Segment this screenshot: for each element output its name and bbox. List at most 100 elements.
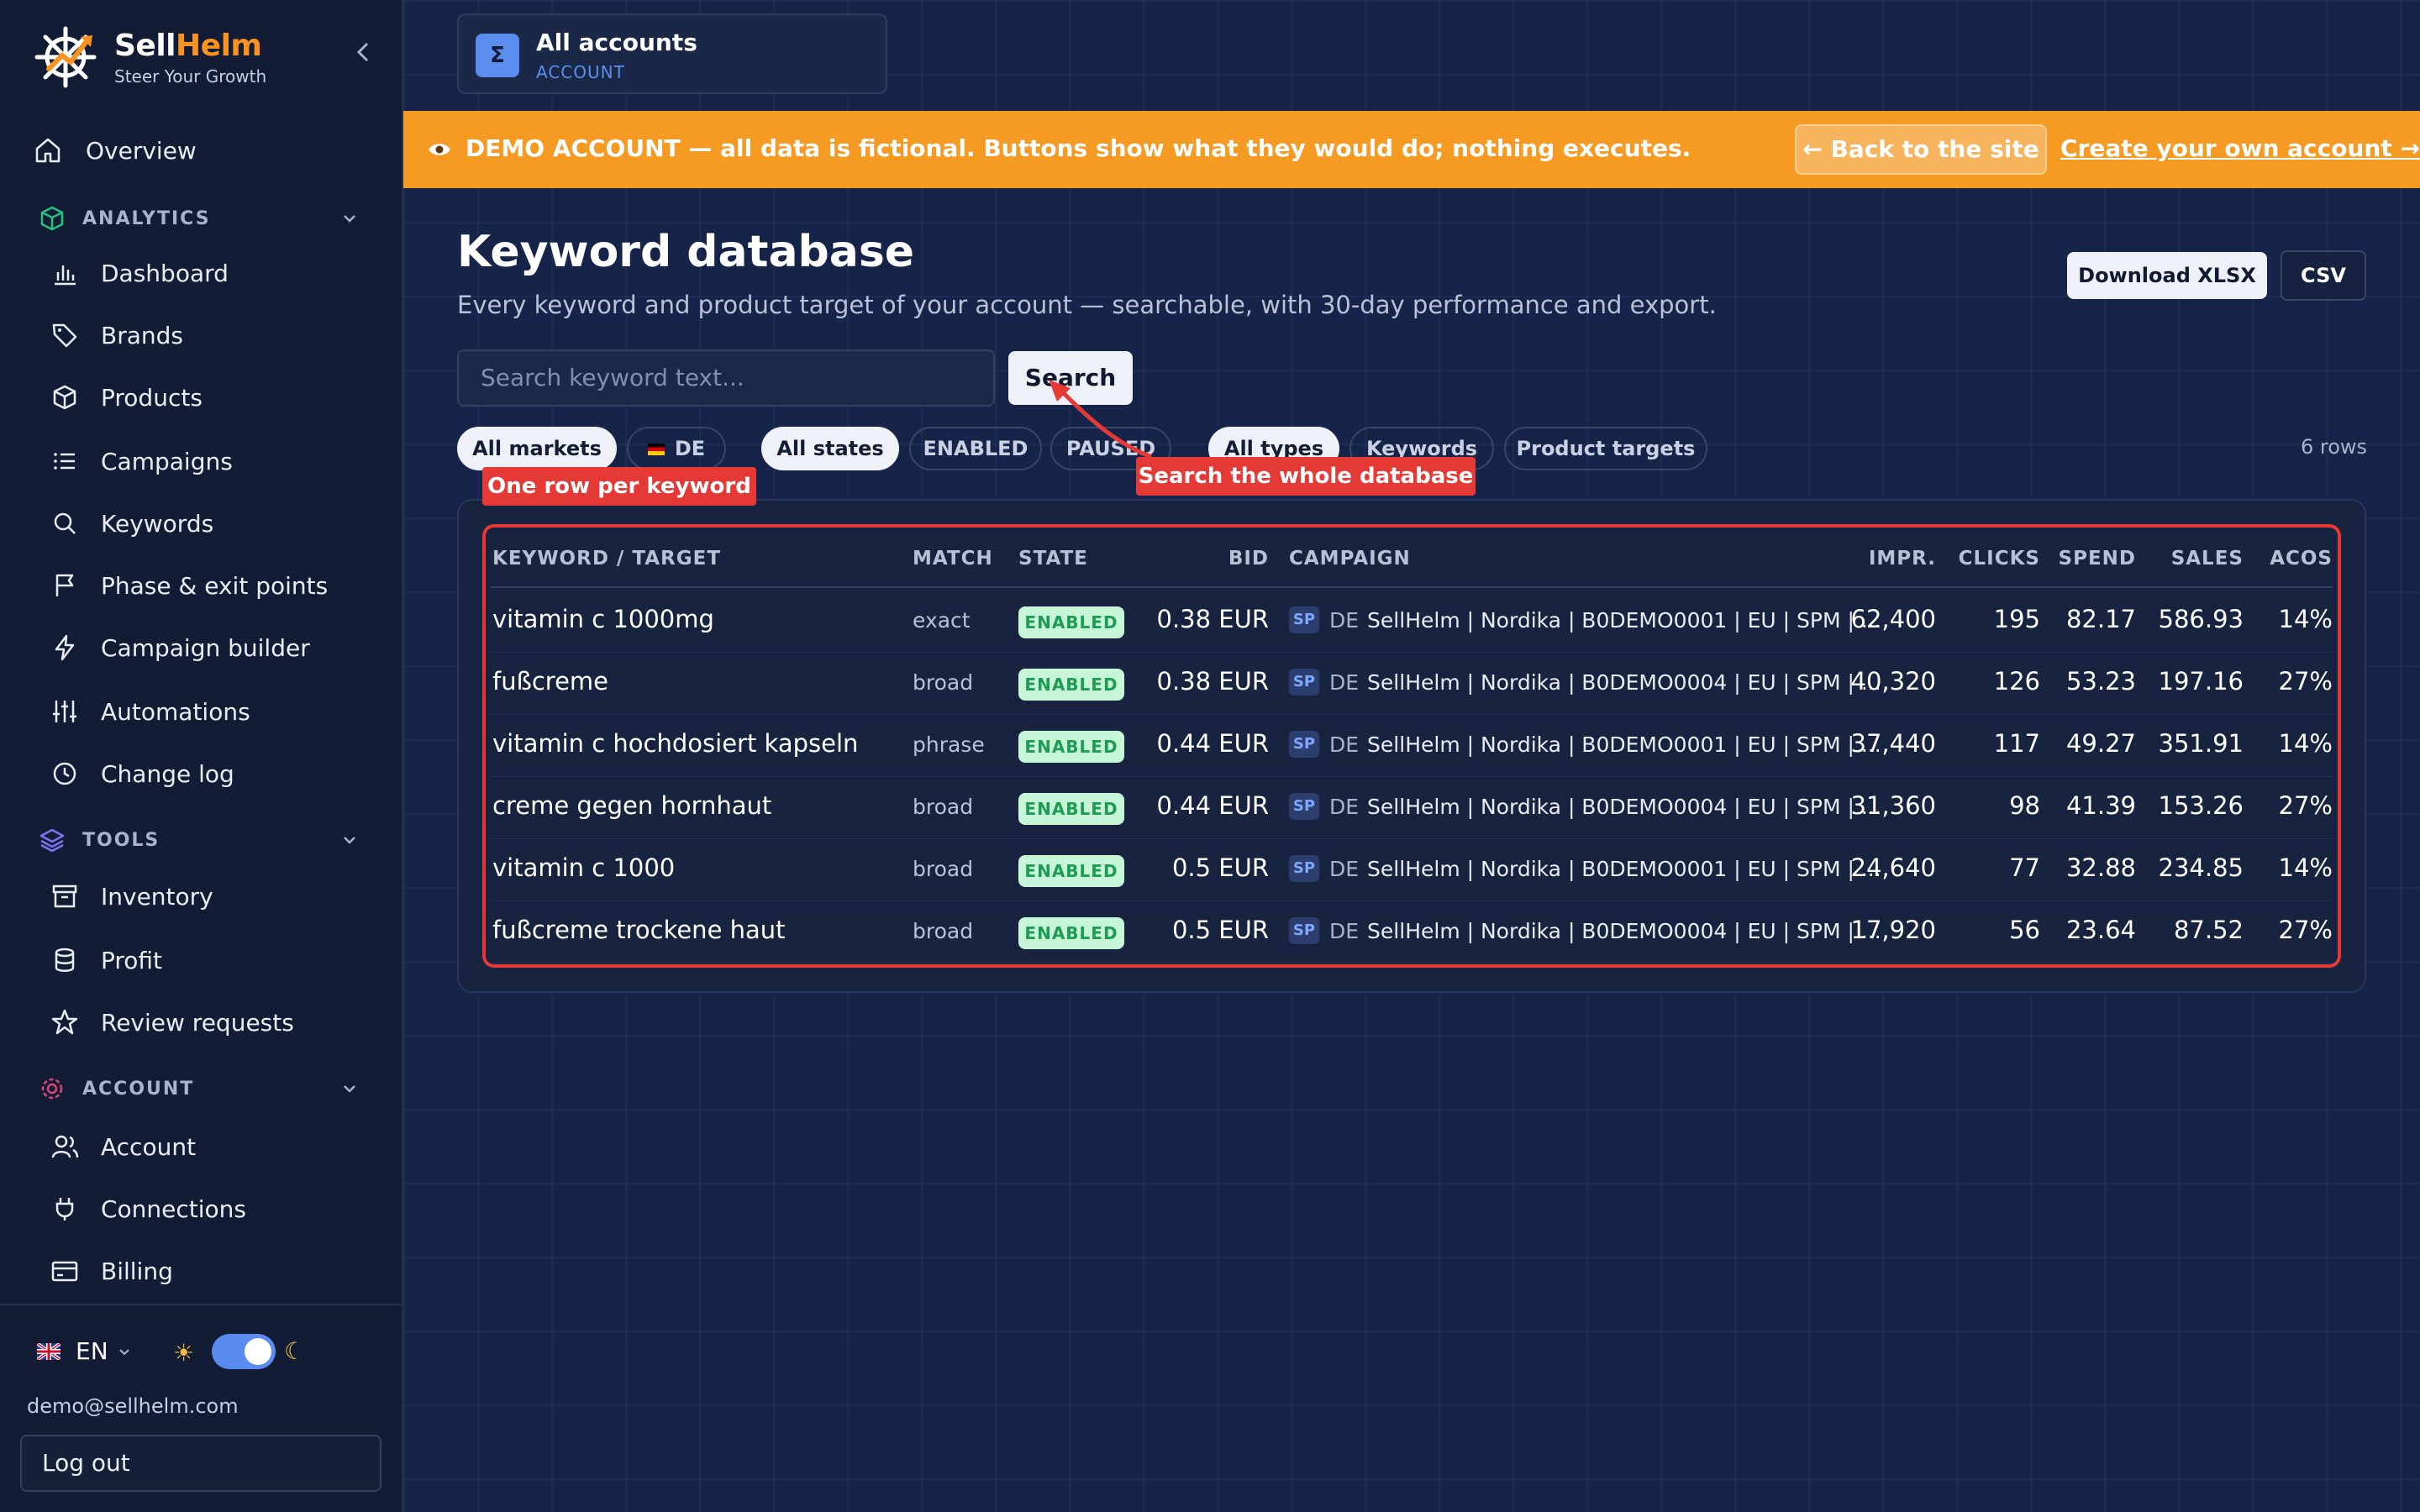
sidebar-item-campaign-builder[interactable]: Campaign builder [50, 633, 310, 662]
sidebar-item-inventory[interactable]: Inventory [50, 882, 213, 911]
clicks-value: 77 [2009, 853, 2040, 882]
spend-value: 41.39 [2065, 791, 2136, 820]
keyword-text[interactable]: fußcreme [492, 667, 608, 696]
match-type: phrase [913, 732, 985, 757]
sidebar-item-profit[interactable]: Profit [50, 946, 162, 974]
sidebar-item-change-log[interactable]: Change log [50, 759, 234, 788]
de-flag-icon [647, 444, 665, 455]
status-badge: ENABLED [1018, 917, 1124, 949]
bid-value[interactable]: 0.5 EUR [1143, 916, 1269, 944]
account-switcher[interactable]: Σ All accounts ACCOUNT [457, 13, 887, 94]
col-campaign[interactable]: CAMPAIGN [1289, 548, 1411, 570]
sidebar-item-brands[interactable]: Brands [50, 321, 183, 349]
clicks-value: 126 [1993, 667, 2040, 696]
sidebar-item-label: Products [101, 383, 203, 412]
market-code: DE [1329, 732, 1360, 757]
sales-value: 197.16 [2158, 667, 2244, 696]
sidebar-item-dashboard[interactable]: Dashboard [50, 259, 229, 287]
sidebar-item-label: Dashboard [101, 259, 229, 287]
moon-icon: ☾ [284, 1337, 306, 1365]
sidebar-item-billing[interactable]: Billing [50, 1257, 173, 1285]
col-sales[interactable]: SALES [2148, 548, 2244, 570]
sp-badge: SP [1289, 855, 1319, 882]
section-label: TOOLS [82, 829, 160, 851]
clicks-value: 195 [1993, 605, 2040, 633]
sidebar-item-label: Campaign builder [101, 633, 310, 662]
bar-chart-icon [55, 265, 76, 286]
sidebar-item-automations[interactable]: Automations [50, 697, 250, 726]
sidebar-item-phase-exit-points[interactable]: Phase & exit points [50, 571, 328, 600]
sidebar-item-label: Billing [101, 1257, 173, 1285]
section-tools[interactable]: TOOLS [39, 827, 355, 853]
language-selector[interactable]: EN [37, 1337, 132, 1365]
row-divider [491, 776, 2333, 777]
impressions-value: 40,320 [1850, 667, 1936, 696]
page-title: Keyword database [457, 227, 915, 277]
bid-value[interactable]: 0.44 EUR [1143, 729, 1270, 758]
bid-value[interactable]: 0.5 EUR [1143, 853, 1269, 882]
chip-label: DE [674, 437, 706, 460]
sidebar-item-overview[interactable]: Overview [34, 136, 197, 165]
sidebar-item-products[interactable]: Products [50, 383, 203, 412]
clicks-value: 98 [2009, 791, 2040, 820]
create-account-link[interactable]: Create your own account → [2060, 134, 2420, 162]
sidebar-item-campaigns[interactable]: Campaigns [50, 447, 233, 475]
sp-badge: SP [1289, 669, 1319, 696]
col-match[interactable]: MATCH [913, 548, 993, 570]
sidebar-item-review-requests[interactable]: Review requests [50, 1008, 294, 1037]
search-icon [54, 512, 76, 534]
filter-all-states[interactable]: All states [761, 427, 899, 470]
brand[interactable]: SellHelm Steer Your Growth [34, 25, 266, 89]
flag-icon [55, 574, 74, 596]
row-divider [491, 714, 2333, 715]
keyword-text[interactable]: vitamin c 1000 [492, 853, 675, 882]
sidebar-item-label: Inventory [101, 882, 213, 911]
impressions-value: 31,360 [1850, 791, 1936, 820]
sidebar-item-connections[interactable]: Connections [50, 1194, 246, 1223]
sales-value: 234.85 [2158, 853, 2244, 882]
sidebar-item-account[interactable]: Account [50, 1132, 196, 1161]
logout-button[interactable]: Log out [20, 1435, 381, 1492]
download-csv-button[interactable]: CSV [2281, 250, 2366, 301]
col-bid[interactable]: BID [1176, 548, 1269, 570]
download-xlsx-button[interactable]: Download XLSX [2067, 252, 2267, 299]
filter-all-markets[interactable]: All markets [457, 427, 617, 470]
col-keyword[interactable]: KEYWORD / TARGET [492, 548, 721, 570]
acos-value: 27% [2278, 667, 2333, 696]
status-badge: ENABLED [1018, 606, 1124, 638]
sales-value: 87.52 [2173, 916, 2244, 944]
theme-toggle[interactable] [212, 1334, 276, 1369]
keyword-text[interactable]: vitamin c hochdosiert kapseln [492, 729, 858, 758]
row-divider [491, 652, 2333, 653]
keyword-text[interactable]: fußcreme trockene haut [492, 916, 786, 944]
row-divider [491, 838, 2333, 839]
market-code: DE [1329, 919, 1360, 943]
filter-state-enabled[interactable]: ENABLED [909, 427, 1042, 470]
sp-badge: SP [1289, 731, 1319, 758]
collapse-sidebar-icon[interactable] [353, 37, 373, 67]
col-acos[interactable]: ACOS [2255, 548, 2333, 570]
row-divider [491, 900, 2333, 901]
keyword-text[interactable]: creme gegen hornhaut [492, 791, 771, 820]
impressions-value: 62,400 [1850, 605, 1936, 633]
back-to-site-button[interactable]: ← Back to the site [1795, 124, 2047, 175]
sales-value: 586.93 [2158, 605, 2244, 633]
sidebar-item-label: Automations [101, 697, 250, 726]
star-icon [51, 1009, 78, 1035]
search-input[interactable]: Search keyword text... [457, 349, 995, 407]
sidebar-item-keywords[interactable]: Keywords [50, 509, 213, 538]
section-analytics[interactable]: ANALYTICS [39, 205, 355, 232]
keyword-text[interactable]: vitamin c 1000mg [492, 605, 714, 633]
col-clicks[interactable]: CLICKS [1949, 548, 2040, 570]
bid-value[interactable]: 0.38 EUR [1143, 667, 1270, 696]
section-account[interactable]: ACCOUNT [39, 1075, 355, 1102]
eye-icon [429, 144, 450, 155]
bid-value[interactable]: 0.38 EUR [1143, 605, 1270, 633]
page-subtitle: Every keyword and product target of your… [457, 291, 1717, 319]
bid-value[interactable]: 0.44 EUR [1143, 791, 1270, 820]
col-state[interactable]: STATE [1018, 548, 1088, 570]
col-spend[interactable]: SPEND [2050, 548, 2136, 570]
filter-market-de[interactable]: DE [627, 427, 726, 470]
col-impressions[interactable]: IMPR. [1798, 548, 1936, 570]
filter-type-product-targets[interactable]: Product targets [1504, 427, 1707, 470]
